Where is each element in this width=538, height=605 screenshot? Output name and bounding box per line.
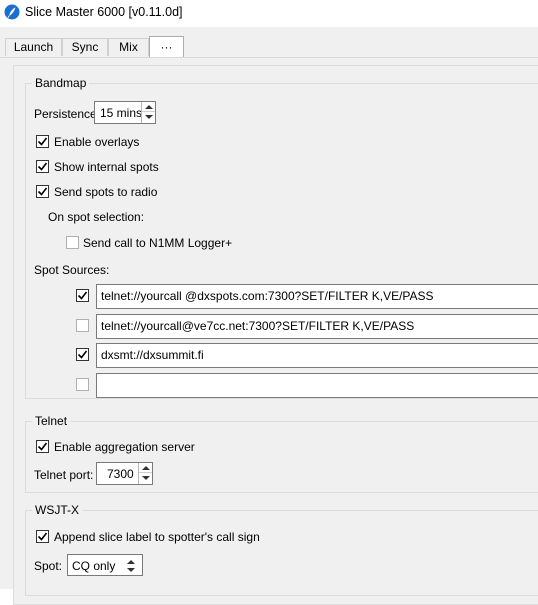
telnet-port-label: Telnet port: [34, 468, 94, 482]
send-spots-to-radio-label: Send spots to radio [54, 185, 158, 199]
window-title: Slice Master 6000 [v0.11.0d] [25, 5, 183, 19]
telnet-port-down-button[interactable] [139, 473, 152, 483]
telnet-port-spinner[interactable]: 7300 [96, 462, 153, 485]
arrow-up-icon [145, 105, 153, 109]
persistence-up-button[interactable] [142, 102, 155, 112]
persistence-down-button[interactable] [142, 112, 155, 122]
telnet-group-title: Telnet [32, 414, 71, 428]
enable-aggregation-label: Enable aggregation server [54, 440, 195, 454]
tab-launch[interactable]: Launch [5, 38, 62, 56]
send-spots-to-radio-checkbox[interactable] [36, 185, 49, 198]
spin-arrows-icon [127, 560, 135, 572]
tab-sync-label: Sync [71, 40, 99, 54]
show-internal-spots-label: Show internal spots [54, 160, 159, 174]
spot-filter-value: CQ only [72, 559, 116, 573]
tab-mix-label: Mix [119, 40, 138, 54]
telnet-port-up-button[interactable] [139, 463, 152, 473]
spot-source-4-input[interactable] [96, 373, 538, 398]
enable-overlays-label: Enable overlays [54, 135, 140, 149]
title-bar: Slice Master 6000 [v0.11.0d] [0, 0, 538, 27]
telnet-group: Telnet Enable aggregation server Telnet … [25, 414, 538, 493]
checkmark-icon [37, 187, 48, 196]
spot-source-2-checkbox[interactable] [76, 319, 89, 332]
spot-source-1-checkbox[interactable] [76, 289, 89, 302]
settings-scroll-panel: Bandmap Persistence 15 mins Enable overl… [13, 65, 538, 605]
send-call-n1mm-label: Send call to N1MM Logger+ [83, 236, 233, 250]
wsjtx-group-title: WSJT-X [32, 503, 82, 517]
spot-source-3-input[interactable]: dxsmt://dxsummit.fi [96, 343, 538, 368]
persistence-value: 15 mins [100, 106, 143, 120]
telnet-port-value: 7300 [107, 467, 134, 481]
persistence-spin-buttons [141, 102, 155, 123]
telnet-port-spin-buttons [138, 463, 152, 484]
settings-page: Bandmap Persistence 15 mins Enable overl… [0, 57, 538, 605]
arrow-down-icon [145, 115, 153, 119]
wsjtx-group: WSJT-X Append slice label to spotter's c… [25, 503, 538, 596]
spot-sources-label: Spot Sources: [34, 263, 110, 277]
checkmark-icon [37, 137, 48, 146]
enable-aggregation-checkbox[interactable] [36, 440, 49, 453]
spot-source-2-input[interactable]: telnet://yourcall@ve7cc.net:7300?SET/FIL… [96, 314, 538, 339]
append-slice-label-text: Append slice label to spotter's call sig… [54, 530, 260, 544]
spot-source-3-checkbox[interactable] [76, 348, 89, 361]
persistence-spinner[interactable]: 15 mins [94, 101, 156, 124]
tab-bar: Launch Sync Mix ··· [0, 27, 538, 58]
checkmark-icon [37, 532, 48, 541]
bandmap-group-title: Bandmap [32, 76, 90, 90]
tab-launch-label: Launch [13, 40, 54, 54]
checkmark-icon [37, 442, 48, 451]
persistence-label: Persistence [34, 107, 97, 121]
tab-mix[interactable]: Mix [108, 38, 149, 56]
show-internal-spots-checkbox[interactable] [36, 160, 49, 173]
enable-overlays-checkbox[interactable] [36, 135, 49, 148]
append-slice-label-checkbox[interactable] [36, 530, 49, 543]
checkmark-icon [77, 350, 88, 359]
tab-sync[interactable]: Sync [62, 38, 108, 56]
bandmap-group: Bandmap Persistence 15 mins Enable overl… [25, 76, 538, 399]
send-call-n1mm-checkbox[interactable] [66, 236, 79, 249]
on-spot-selection-label: On spot selection: [48, 210, 145, 224]
arrow-down-icon [142, 476, 150, 480]
checkmark-icon [77, 291, 88, 300]
spot-filter-label: Spot: [34, 559, 63, 573]
arrow-up-icon [142, 466, 150, 470]
spot-source-4-checkbox[interactable] [76, 378, 89, 391]
tab-more-label: ··· [160, 40, 173, 54]
spot-filter-combo[interactable]: CQ only [67, 554, 143, 576]
tab-more[interactable]: ··· [149, 36, 184, 58]
checkmark-icon [37, 162, 48, 171]
spot-source-1-input[interactable]: telnet://yourcall @dxspots.com:7300?SET/… [96, 284, 538, 309]
feather-app-icon [4, 4, 20, 20]
